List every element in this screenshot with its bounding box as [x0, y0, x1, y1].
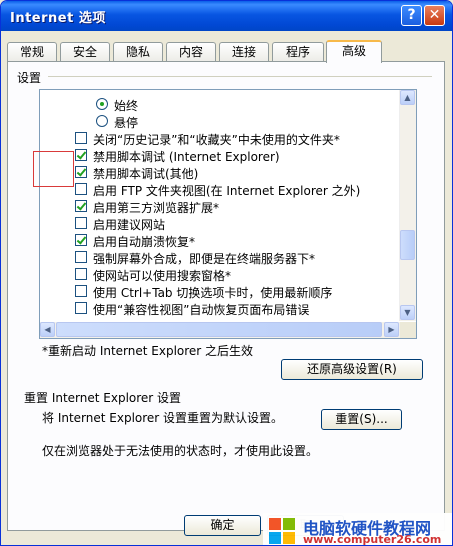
advanced-panel: 设置 始终 悬停 关闭“历史记录”和“收藏夹”中未使用的文件夹* 禁用脚本调试 … — [7, 61, 445, 531]
vertical-scrollbar[interactable]: ▲ ▼ — [399, 90, 416, 321]
reset-heading: 重置 Internet Explorer 设置 — [24, 391, 182, 405]
annotation-highlight-box — [33, 151, 74, 187]
list-item-label: 启用建议网站 — [93, 218, 166, 232]
tab-content[interactable]: 内容 — [166, 42, 216, 62]
list-item-label: 始终 — [114, 99, 139, 113]
ok-button[interactable]: 确定 — [184, 515, 261, 536]
scroll-up-arrow-icon[interactable]: ▲ — [400, 90, 415, 105]
group-divider — [48, 76, 432, 77]
help-button[interactable]: ? — [401, 5, 422, 26]
checkbox[interactable] — [75, 183, 87, 195]
horizontal-scroll-thumb[interactable] — [56, 322, 382, 337]
list-item-label: 使用 Ctrl+Tab 切换选项卡时，使用最新顺序 — [93, 286, 333, 300]
list-item-label: 禁用脚本调试 (Internet Explorer) — [93, 150, 280, 164]
list-item-label: 使用“兼容性视图”自动恢复页面布局错误 — [93, 303, 310, 317]
checkbox[interactable] — [75, 166, 87, 178]
watermark: 电脑软硬件教程网 www.computer26.com — [263, 513, 452, 546]
tab-advanced[interactable]: 高级 — [326, 40, 382, 63]
checkbox[interactable] — [75, 132, 87, 144]
scroll-down-arrow-icon[interactable]: ▼ — [400, 305, 415, 320]
horizontal-scrollbar[interactable]: ◀ ▶ — [40, 322, 400, 338]
scroll-left-arrow-icon[interactable]: ◀ — [40, 322, 55, 337]
restore-advanced-settings-button[interactable]: 还原高级设置(R) — [281, 359, 423, 380]
windows-logo-icon — [269, 518, 295, 544]
checkbox[interactable] — [75, 200, 87, 212]
tab-general[interactable]: 常规 — [7, 42, 57, 62]
checkbox[interactable] — [75, 217, 87, 229]
window-title: Internet 选项 — [10, 11, 106, 26]
list-item-label: 使网站可以使用搜索窗格* — [93, 269, 232, 283]
checkbox[interactable] — [75, 268, 87, 280]
radio-always[interactable] — [96, 98, 108, 110]
vertical-scroll-thumb[interactable] — [400, 230, 415, 260]
close-button[interactable]: ✕ — [424, 5, 445, 26]
list-item-label: 强制屏幕外合成，即便是在终端服务器下* — [93, 252, 316, 266]
checkbox[interactable] — [75, 234, 87, 246]
restart-note: *重新启动 Internet Explorer 之后生效 — [42, 344, 254, 358]
tab-connections[interactable]: 连接 — [219, 42, 269, 62]
checkbox[interactable] — [75, 149, 87, 161]
tab-security[interactable]: 安全 — [60, 42, 110, 62]
watermark-url: www.computer26.com — [303, 533, 442, 546]
internet-options-dialog: Internet 选项 ? ✕ 常规 安全 隐私 内容 连接 程序 高级 设置 … — [0, 0, 453, 546]
radio-hover[interactable] — [96, 115, 108, 127]
reset-note: 仅在浏览器处于无法使用的状态时，才使用此设置。 — [42, 444, 319, 458]
reset-button[interactable]: 重置(S)... — [321, 409, 402, 430]
checkbox[interactable] — [75, 251, 87, 263]
list-item-label: 禁用脚本调试(其他) — [93, 167, 199, 181]
list-item-label: 悬停 — [114, 116, 139, 130]
scroll-corner — [400, 322, 416, 338]
list-item-label: 启用 FTP 文件夹视图(在 Internet Explorer 之外) — [93, 184, 361, 198]
list-item-label: 关闭“历史记录”和“收藏夹”中未使用的文件夹* — [93, 133, 340, 147]
tab-privacy[interactable]: 隐私 — [113, 42, 163, 62]
scroll-right-arrow-icon[interactable]: ▶ — [384, 322, 399, 337]
tab-programs[interactable]: 程序 — [272, 42, 324, 62]
list-item-label: 启用自动崩溃恢复* — [93, 235, 196, 249]
settings-group-label: 设置 — [17, 71, 42, 85]
settings-list[interactable]: 始终 悬停 关闭“历史记录”和“收藏夹”中未使用的文件夹* 禁用脚本调试 (In… — [39, 89, 417, 339]
reset-description: 将 Internet Explorer 设置重置为默认设置。 — [42, 411, 284, 425]
checkbox[interactable] — [75, 285, 87, 297]
list-item-label: 启用第三方浏览器扩展* — [93, 201, 220, 215]
title-bar[interactable]: Internet 选项 ? ✕ — [1, 1, 452, 31]
checkbox[interactable] — [75, 302, 87, 314]
